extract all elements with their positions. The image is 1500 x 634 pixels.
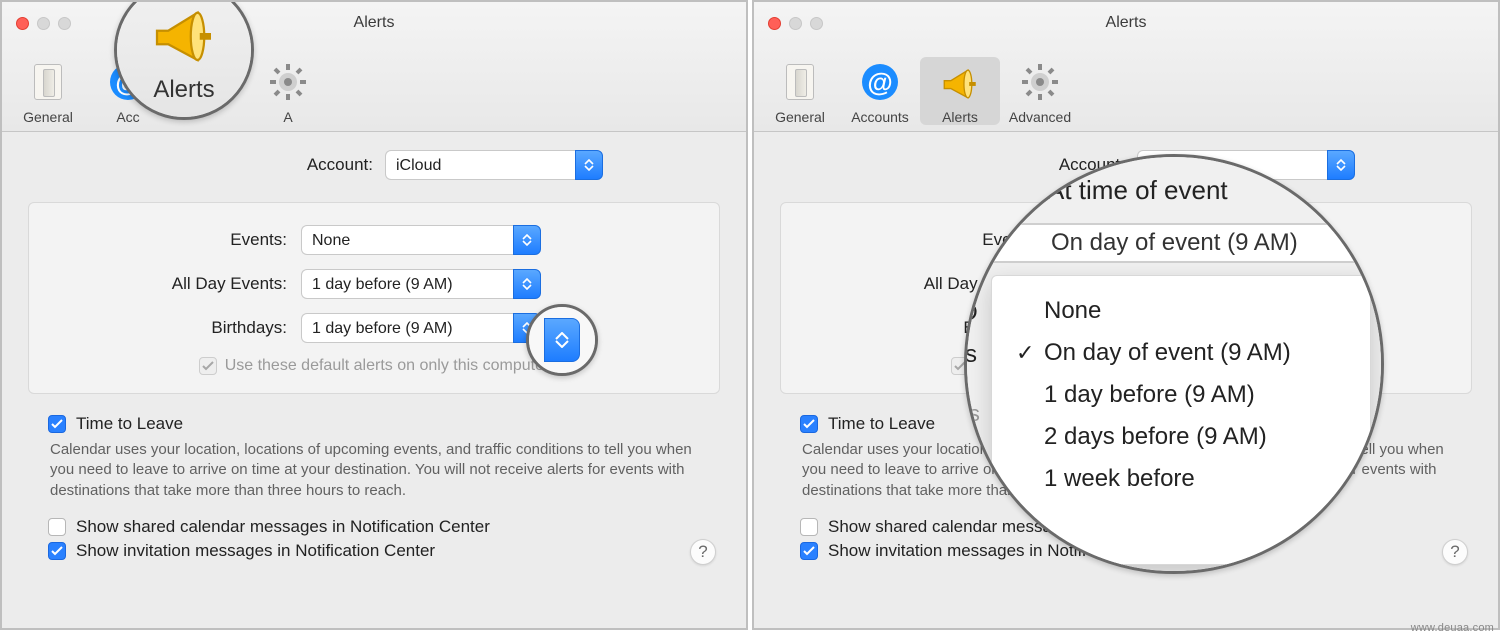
behind-ys: ys [964,341,977,369]
stepper-icon [513,225,541,255]
stepper-icon [544,318,580,362]
behind-alld: All D [964,299,978,327]
defaults-group: Events: None All Day Events: 1 day befor… [28,202,720,394]
tab-advanced[interactable]: Advanced [1000,61,1080,125]
shared-messages-checkbox[interactable] [48,518,66,536]
invitation-messages-label: Show invitation messages in Notification… [76,541,435,561]
stepper-icon [575,150,603,180]
menu-item-label: 1 week before [1044,465,1195,493]
birthdays-select[interactable]: 1 day before (9 AM) [301,313,541,343]
menu-item-none[interactable]: None [1002,290,1360,332]
help-button[interactable]: ? [1442,539,1468,565]
tab-alerts-label: Alerts [920,109,1000,125]
tab-alerts[interactable]: Alerts [920,57,1000,125]
shared-messages-label: Show shared calendar messages in Notific… [76,517,490,537]
titlebar: Alerts General @ Accounts Alerts [754,2,1498,132]
account-label: Account: [145,155,385,175]
tab-general[interactable]: General [8,61,88,125]
magnifier-dropdown: At time of event On day of event (9 AM) … [964,154,1384,574]
account-select[interactable]: iCloud [385,150,603,180]
megaphone-icon [148,0,220,72]
tab-general-label: General [760,109,840,125]
at-icon: @ [862,64,898,100]
behind-de: de [964,429,977,455]
menu-item-1-week[interactable]: 1 week before [1002,458,1360,500]
help-button[interactable]: ? [690,539,716,565]
birthdays-select-value: 1 day before (9 AM) [301,313,513,343]
menu-item-1-day[interactable]: 1 day before (9 AM) [1002,374,1360,416]
gear-icon [248,61,328,103]
preferences-window-right: Alerts General @ Accounts Alerts [752,0,1500,630]
menu-item-label: 2 days before (9 AM) [1044,423,1267,451]
shared-messages-checkbox[interactable] [800,518,818,536]
switch-icon [786,64,814,100]
menu-edge-top: At time of event [1047,175,1228,206]
menu-item-label: None [1044,297,1101,325]
tab-advanced-label: Advanced [1000,109,1080,125]
tab-advanced-label: A [248,109,328,125]
time-to-leave-checkbox[interactable] [800,415,818,433]
menu-item-label: 1 day before (9 AM) [1044,381,1255,409]
allday-label: All Day Events: [59,274,301,294]
menu-item-label: On day of event (9 AM) [1044,339,1291,367]
preferences-window-left: Alerts General @ Acc Alerts A [0,0,748,630]
magnifier-stepper [526,304,598,376]
switch-icon [34,64,62,100]
watermark: www.deuaa.com [1411,622,1494,634]
events-label: Events: [59,230,301,250]
only-this-computer-label: Use these default alerts on only this co… [225,357,550,375]
behind-us: Us [964,401,980,427]
events-select[interactable]: None [301,225,541,255]
invitation-messages-checkbox[interactable] [48,542,66,560]
magnifier-alerts-label: Alerts [153,76,214,104]
toolbar: General @ Accounts Alerts Advanced [760,42,1492,131]
window-title: Alerts [754,14,1498,32]
tab-accounts[interactable]: @ Accounts [840,61,920,125]
check-icon: ✓ [1016,340,1044,366]
time-to-leave-desc: Calendar uses your location, locations o… [50,440,698,501]
dropdown-menu: None ✓ On day of event (9 AM) 1 day befo… [991,275,1371,565]
window-title: Alerts [2,14,746,32]
magnifier-alerts-tab: Alerts [114,0,254,120]
menu-item-2-days[interactable]: 2 days before (9 AM) [1002,416,1360,458]
account-select-value: iCloud [385,150,575,180]
only-this-computer-checkbox [199,357,217,375]
menu-item-on-day[interactable]: ✓ On day of event (9 AM) [1002,332,1360,374]
events-select-value: None [301,225,513,255]
invitation-messages-checkbox[interactable] [800,542,818,560]
tab-advanced[interactable]: A [248,61,328,125]
tab-accounts-label: Accounts [840,109,920,125]
allday-select[interactable]: 1 day before (9 AM) [301,269,541,299]
tab-general[interactable]: General [760,61,840,125]
time-to-leave-checkbox[interactable] [48,415,66,433]
gear-icon [1000,61,1080,103]
menu-select-peek: On day of event (9 AM) [991,223,1357,263]
birthdays-label: Birthdays: [59,318,301,338]
megaphone-icon [920,61,1000,103]
stepper-icon [513,269,541,299]
time-to-leave-label: Time to Leave [76,414,183,434]
titlebar: Alerts General @ Acc Alerts A [2,2,746,132]
content: Account: iCloud Events: None [2,132,746,583]
allday-select-value: 1 day before (9 AM) [301,269,513,299]
time-to-leave-label: Time to Leave [828,414,935,434]
tab-general-label: General [8,109,88,125]
